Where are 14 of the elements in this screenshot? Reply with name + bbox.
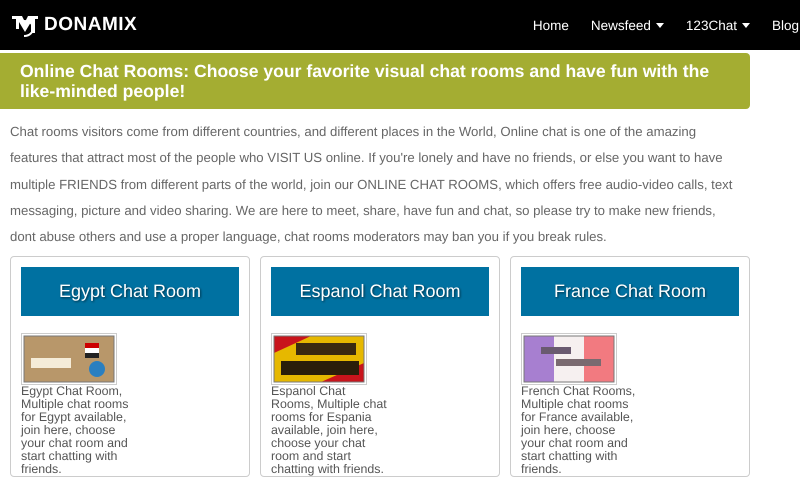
- nav-link[interactable]: Home: [532, 18, 569, 32]
- room-button[interactable]: Egypt Chat Room: [21, 267, 239, 316]
- room-button[interactable]: Espanol Chat Room: [271, 267, 489, 316]
- banner-title: Online Chat Rooms: Choose your favorite visual chat rooms and have fun with the like-minded people!: [20, 61, 710, 101]
- room-description: Egypt Chat Room, Multiple chat rooms for Egypt available, join here, choose your chat room and start chatting with friends.: [21, 385, 130, 476]
- room-description: French Chat Rooms, Multiple chat rooms for France available, join here, choose your chat room and start chatting with friends.: [521, 385, 636, 476]
- logo-text[interactable]: DONAMIX: [44, 14, 138, 36]
- nav-link[interactable]: Newsfeed: [590, 18, 664, 32]
- room-description: Espanol Chat Rooms, Multiple chat rooms for Espania available, join here, choose your chat room and start chatting with friends.: [271, 385, 388, 476]
- room-button[interactable]: France Chat Room: [521, 267, 739, 316]
- logo-icon: [10, 13, 40, 37]
- nav-link[interactable]: 123Chat: [686, 18, 750, 32]
- nav-link[interactable]: Blog: [772, 18, 799, 32]
- intro-paragraph: Chat rooms visitors come from different countries, and different places in the World, Online chat is one of the amazing features that attract most of the people who VISIT US online. If you're lonely and have no friends, or else you want to have multiple FRIENDS from different parts of the world, join our ONLINE CHAT ROOMS, which offers free audio-video calls, text messaging, picture and video sharing. We are here to meet, share, have fun and chat, so please try to make new friends, dont abuse others and use a proper language, chat rooms moderators may ban you if you break rules.: [10, 123, 734, 246]
